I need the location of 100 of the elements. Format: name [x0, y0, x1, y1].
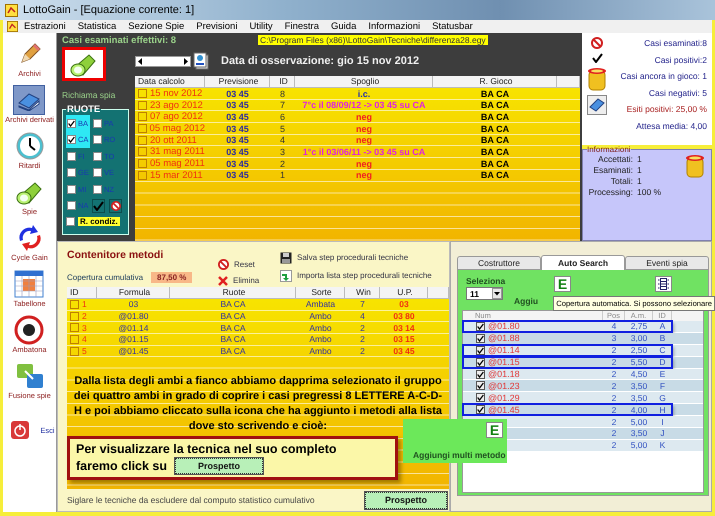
- import-button[interactable]: Importa lista step procedurali tecniche: [280, 268, 449, 283]
- row-checkbox[interactable]: [138, 147, 147, 156]
- checkbox[interactable]: [67, 201, 76, 210]
- menu-item[interactable]: Previsioni: [190, 21, 244, 32]
- save-button[interactable]: Salva step procedurali tecniche: [280, 250, 449, 265]
- row-checkbox[interactable]: [70, 323, 79, 332]
- menu-item[interactable]: Utility: [243, 21, 279, 32]
- info-label: Accettati:: [597, 154, 633, 165]
- sidebar-button[interactable]: [13, 314, 46, 344]
- checkbox[interactable]: [93, 152, 102, 161]
- table-cell-text: 03 45: [225, 146, 250, 157]
- table-cell-text: 03: [398, 299, 410, 310]
- num-text: @01.80: [488, 321, 520, 332]
- table-cell-text: BA CA: [480, 124, 510, 134]
- row-checkbox[interactable]: [70, 300, 79, 309]
- stat-text: Attesa media: 4,00: [636, 120, 707, 132]
- row-checkbox[interactable]: [138, 100, 147, 110]
- checkbox[interactable]: [67, 135, 76, 144]
- table-cell-text: BA CA: [219, 299, 247, 310]
- column-header: R. Gioco: [433, 76, 557, 88]
- table-cell-text: BA CA: [480, 135, 510, 146]
- table-cell-text: Ambata: [304, 299, 336, 310]
- row-checkbox[interactable]: [138, 89, 147, 98]
- table-cell-text: 3,50: [630, 392, 648, 403]
- table-cell-text: 2: [610, 380, 618, 391]
- tab[interactable]: Eventi spia: [625, 256, 709, 270]
- column-header: U.P.: [380, 287, 428, 299]
- grid-button[interactable]: [655, 276, 672, 292]
- forbidden-icon: [218, 259, 229, 270]
- prospetto-button[interactable]: Prospetto: [175, 458, 264, 474]
- table-cell-text: 5,00: [630, 440, 648, 450]
- checkbox[interactable]: [93, 168, 102, 178]
- tab[interactable]: Auto Search: [541, 255, 625, 270]
- menu-item[interactable]: Informazioni: [362, 21, 426, 32]
- app-icon: [5, 4, 18, 16]
- row-checkbox[interactable]: [138, 170, 147, 180]
- recall-label: Richiama spia: [62, 90, 116, 100]
- menu-item[interactable]: Finestra: [278, 21, 325, 32]
- table-cell-text: neg: [354, 112, 373, 122]
- row-checkbox[interactable]: [476, 405, 485, 414]
- checkbox[interactable]: [67, 184, 76, 194]
- reset-button[interactable]: Reset: [218, 258, 280, 271]
- menu-item[interactable]: Guida: [325, 21, 362, 32]
- date-text: 07 ago 2012: [150, 111, 203, 122]
- row-checkbox[interactable]: [476, 322, 485, 331]
- checkbox[interactable]: [67, 118, 76, 128]
- row-checkbox[interactable]: [70, 346, 79, 356]
- sidebar-button[interactable]: [13, 84, 46, 114]
- select-all-button[interactable]: [92, 198, 105, 213]
- checkbox[interactable]: [93, 135, 102, 144]
- forbidden-icon: [110, 200, 120, 211]
- row-checkbox[interactable]: [476, 334, 485, 343]
- condition-label: R. condiz.: [78, 217, 120, 226]
- menu-item[interactable]: Statistica: [72, 21, 122, 32]
- row-checkbox[interactable]: [476, 381, 485, 390]
- menu-item[interactable]: Estrazioni: [18, 21, 72, 32]
- row-checkbox[interactable]: [476, 346, 485, 355]
- sidebar-button[interactable]: [14, 130, 46, 160]
- app-icon: [7, 21, 18, 32]
- delete-button[interactable]: Elimina: [218, 274, 280, 287]
- prospetto-button[interactable]: Prospetto: [365, 492, 447, 508]
- multi-add-button[interactable]: E Aggiungi multi metodo: [403, 419, 507, 463]
- clear-button[interactable]: [109, 198, 122, 213]
- row-checkbox[interactable]: [70, 334, 79, 344]
- table-cell-text: @01.45: [118, 346, 150, 356]
- row-checkbox[interactable]: [70, 312, 79, 321]
- checkbox[interactable]: [93, 184, 102, 194]
- document-icon[interactable]: [193, 52, 209, 70]
- table-cell-text: BA CA: [480, 100, 510, 110]
- table-cell-text: 03 45: [225, 135, 250, 146]
- row-checkbox[interactable]: [138, 124, 147, 134]
- table-cell-text: J: [659, 428, 666, 438]
- forbidden-icon: [591, 37, 603, 49]
- stat-text: Casi ancora in gioco: 1: [620, 71, 707, 82]
- recall-button[interactable]: [62, 47, 106, 81]
- row-checkbox[interactable]: [138, 136, 147, 145]
- date-text: 23 ago 2012: [150, 100, 203, 111]
- menu-item[interactable]: Statusbar: [426, 21, 479, 32]
- select-dropdown[interactable]: 11: [466, 287, 503, 300]
- checkbox[interactable]: [66, 217, 75, 226]
- menu-item[interactable]: Sezione Spie: [122, 21, 190, 32]
- row-checkbox[interactable]: [476, 358, 485, 367]
- table-cell-text: 5: [278, 124, 286, 134]
- checkbox[interactable]: [93, 118, 102, 128]
- checkbox[interactable]: [67, 152, 76, 161]
- table-cell-text: BA CA: [480, 170, 510, 180]
- row-checkbox[interactable]: [476, 393, 485, 402]
- coverage-value: 87,50 %: [151, 272, 192, 283]
- tab[interactable]: Costruttore: [457, 256, 541, 270]
- table-cell-text: BA CA: [480, 146, 510, 157]
- table-cell-text: i.c.: [356, 88, 372, 98]
- table-cell-text: D: [658, 357, 667, 368]
- row-checkbox[interactable]: [476, 370, 485, 378]
- info-value: 100 %: [637, 187, 662, 198]
- e-icon[interactable]: E: [554, 276, 571, 292]
- row-checkbox[interactable]: [138, 159, 147, 168]
- row-checkbox[interactable]: [138, 112, 147, 122]
- checkbox[interactable]: [67, 168, 76, 178]
- scrollbar[interactable]: [135, 56, 191, 66]
- table-cell-text: BA CA: [219, 311, 247, 322]
